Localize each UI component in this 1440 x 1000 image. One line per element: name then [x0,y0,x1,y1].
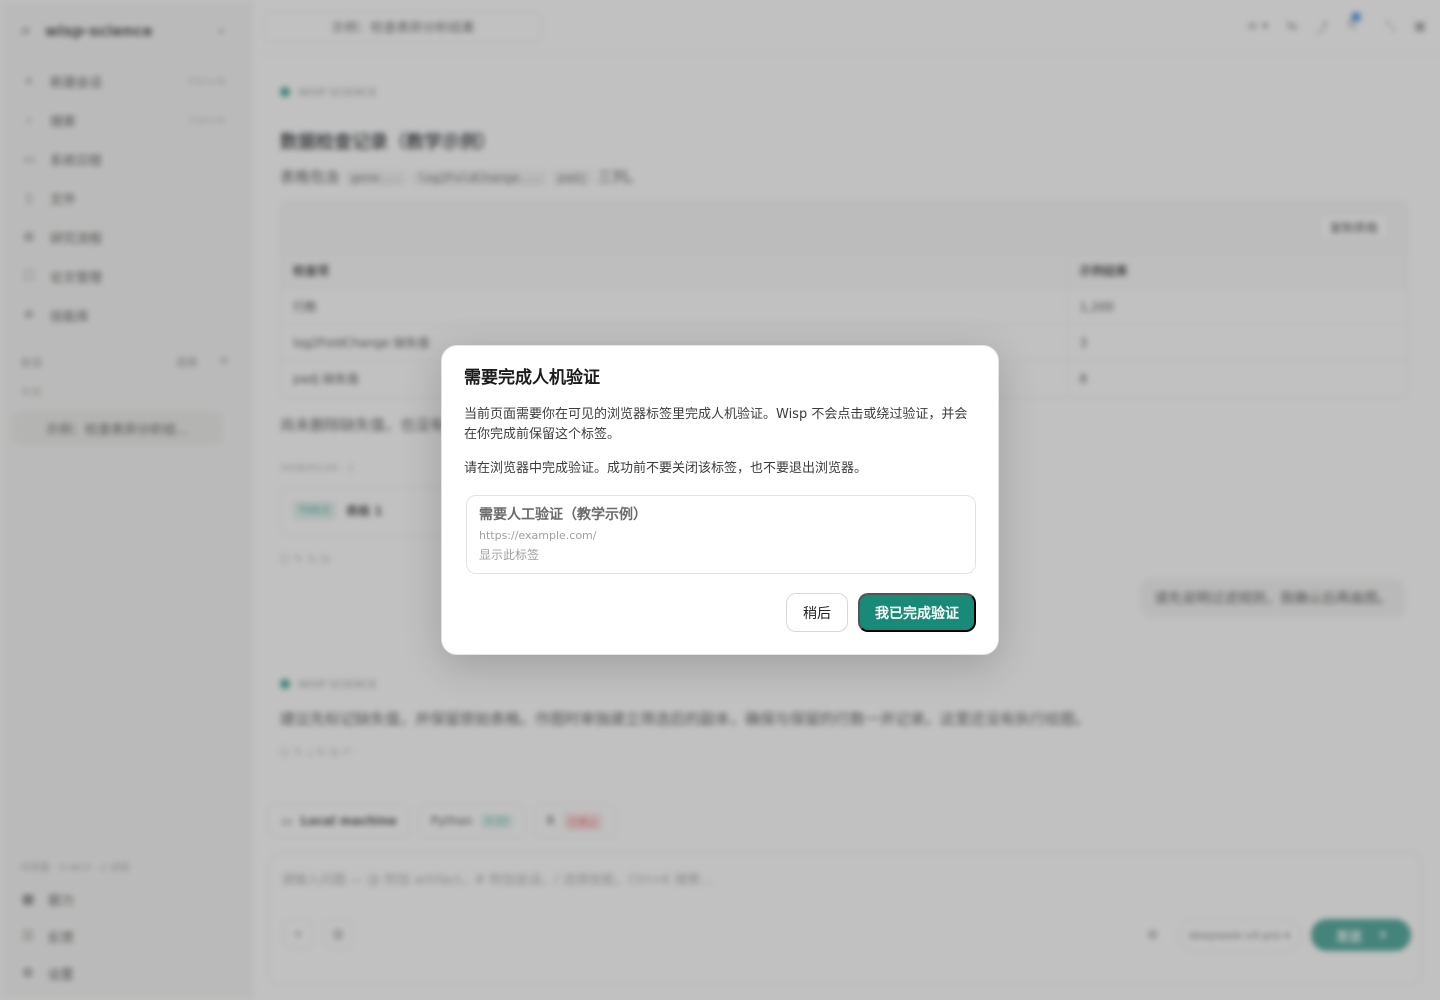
verification-done-button[interactable]: 我已完成验证 [858,593,976,632]
tab-card-title: 需要人工验证（教学示例） [479,507,647,523]
dialog-title: 需要完成人机验证 [464,368,600,388]
dialog-description: 当前页面需要你在可见的浏览器标签里完成人机验证。Wisp 不会点击或绕过验证，并… [464,407,968,442]
browser-tab-card[interactable]: 需要人工验证（教学示例） https://example.com/ 显示此标签 [466,495,976,574]
show-tab-link[interactable]: 显示此标签 [479,545,963,565]
dialog-instruction: 请在浏览器中完成验证。成功前不要关闭该标签，也不要退出浏览器。 [464,461,868,476]
captcha-verification-dialog: 需要完成人机验证 当前页面需要你在可见的浏览器标签里完成人机验证。Wisp 不会… [441,345,999,655]
tab-card-url: https://example.com/ [479,529,597,542]
later-button[interactable]: 稍后 [786,593,848,632]
dialog-actions: 稍后 我已完成验证 [786,593,976,632]
